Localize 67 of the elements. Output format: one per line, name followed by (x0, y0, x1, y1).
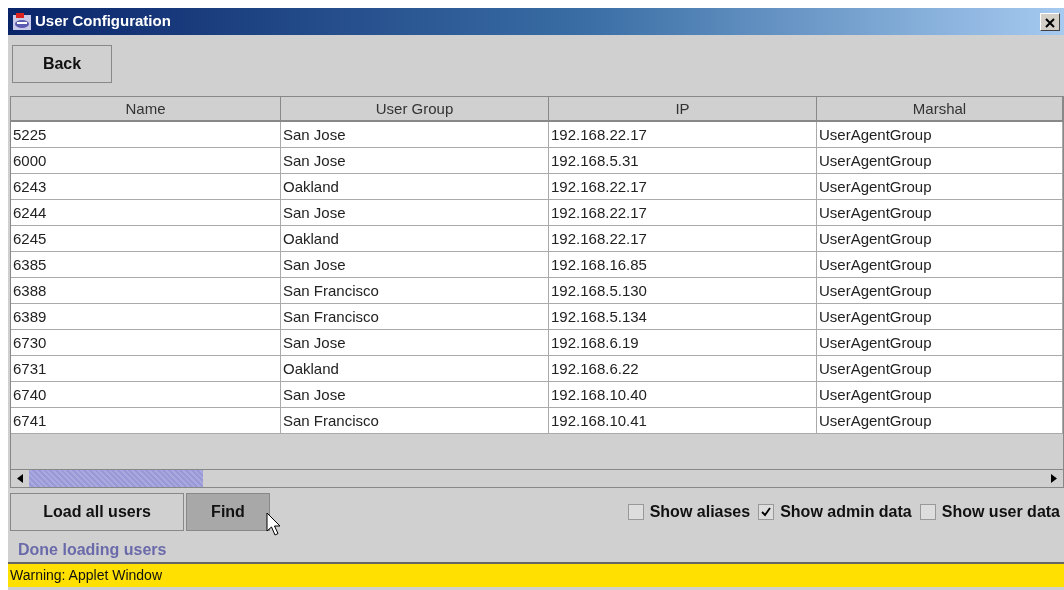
table-cell: UserAgentGroup (817, 251, 1063, 278)
table-cell: 192.168.22.17 (549, 173, 817, 200)
table-cell: 6730 (11, 329, 281, 356)
find-button[interactable]: Find (186, 492, 270, 531)
table-cell: 6245 (11, 225, 281, 252)
table-cell: 192.168.22.17 (549, 225, 817, 252)
column-header[interactable]: Name (11, 96, 281, 122)
table-cell: 192.168.5.130 (549, 277, 817, 304)
table-cell: 192.168.10.41 (549, 407, 817, 434)
table-cell: San Jose (281, 251, 549, 278)
table-cell: 192.168.10.40 (549, 381, 817, 408)
table-cell: 192.168.5.31 (549, 147, 817, 174)
table-cell: UserAgentGroup (817, 121, 1063, 148)
table-cell: Oakland (281, 355, 549, 382)
load-users-button[interactable]: Load all users (10, 492, 184, 531)
table-cell: Oakland (281, 173, 549, 200)
checkbox-label[interactable]: Show admin data (780, 499, 912, 524)
checkbox[interactable] (758, 503, 775, 520)
table-cell: 5225 (11, 121, 281, 148)
table-cell: UserAgentGroup (817, 381, 1063, 408)
table-cell: 6243 (11, 173, 281, 200)
table-cell: 192.168.5.134 (549, 303, 817, 330)
window-title: User Configuration (35, 11, 171, 32)
table-cell: San Jose (281, 329, 549, 356)
table-cell: UserAgentGroup (817, 277, 1063, 304)
app-icon (12, 11, 32, 32)
table-cell: San Jose (281, 199, 549, 226)
back-button[interactable]: Back (12, 45, 112, 84)
column-header[interactable]: IP (549, 96, 817, 122)
table-cell: San Jose (281, 147, 549, 174)
table-cell: 192.168.6.19 (549, 329, 817, 356)
table-cell: 6388 (11, 277, 281, 304)
table-cell: 6244 (11, 199, 281, 226)
table-cell: 6385 (11, 251, 281, 278)
table-cell: 192.168.6.22 (549, 355, 817, 382)
table-cell: 6000 (11, 147, 281, 174)
checkbox-label[interactable]: Show user data (941, 499, 1060, 524)
table-cell: San Francisco (281, 277, 549, 304)
column-header[interactable]: Marshal (817, 96, 1063, 122)
column-header[interactable]: User Group (281, 96, 549, 122)
table-cell: 6740 (11, 381, 281, 408)
table-cell: UserAgentGroup (817, 173, 1063, 200)
table-cell: UserAgentGroup (817, 225, 1063, 252)
checkbox[interactable] (919, 503, 936, 520)
table-cell: San Francisco (281, 407, 549, 434)
table-cell: UserAgentGroup (817, 329, 1063, 356)
table-cell: San Jose (281, 381, 549, 408)
close-icon[interactable] (1045, 17, 1055, 28)
checkbox[interactable] (627, 503, 644, 520)
table-cell: UserAgentGroup (817, 199, 1063, 226)
checkbox-label[interactable]: Show aliases (649, 499, 751, 524)
table-cell: UserAgentGroup (817, 407, 1063, 434)
warning-bar: Warning: Applet Window (8, 561, 1064, 587)
table-cell: UserAgentGroup (817, 147, 1063, 174)
table-cell: Oakland (281, 225, 549, 252)
table-cell: 6731 (11, 355, 281, 382)
status-message: Done loading users (17, 539, 168, 560)
table-cell: San Jose (281, 121, 549, 148)
table-cell: 6741 (11, 407, 281, 434)
table-cell: 6389 (11, 303, 281, 330)
table-cell: San Francisco (281, 303, 549, 330)
table-cell: 192.168.16.85 (549, 251, 817, 278)
table-cell: UserAgentGroup (817, 355, 1063, 382)
close-button[interactable] (1040, 12, 1060, 31)
table-cell: 192.168.22.17 (549, 199, 817, 226)
table-cell: 192.168.22.17 (549, 121, 817, 148)
table-cell: UserAgentGroup (817, 303, 1063, 330)
